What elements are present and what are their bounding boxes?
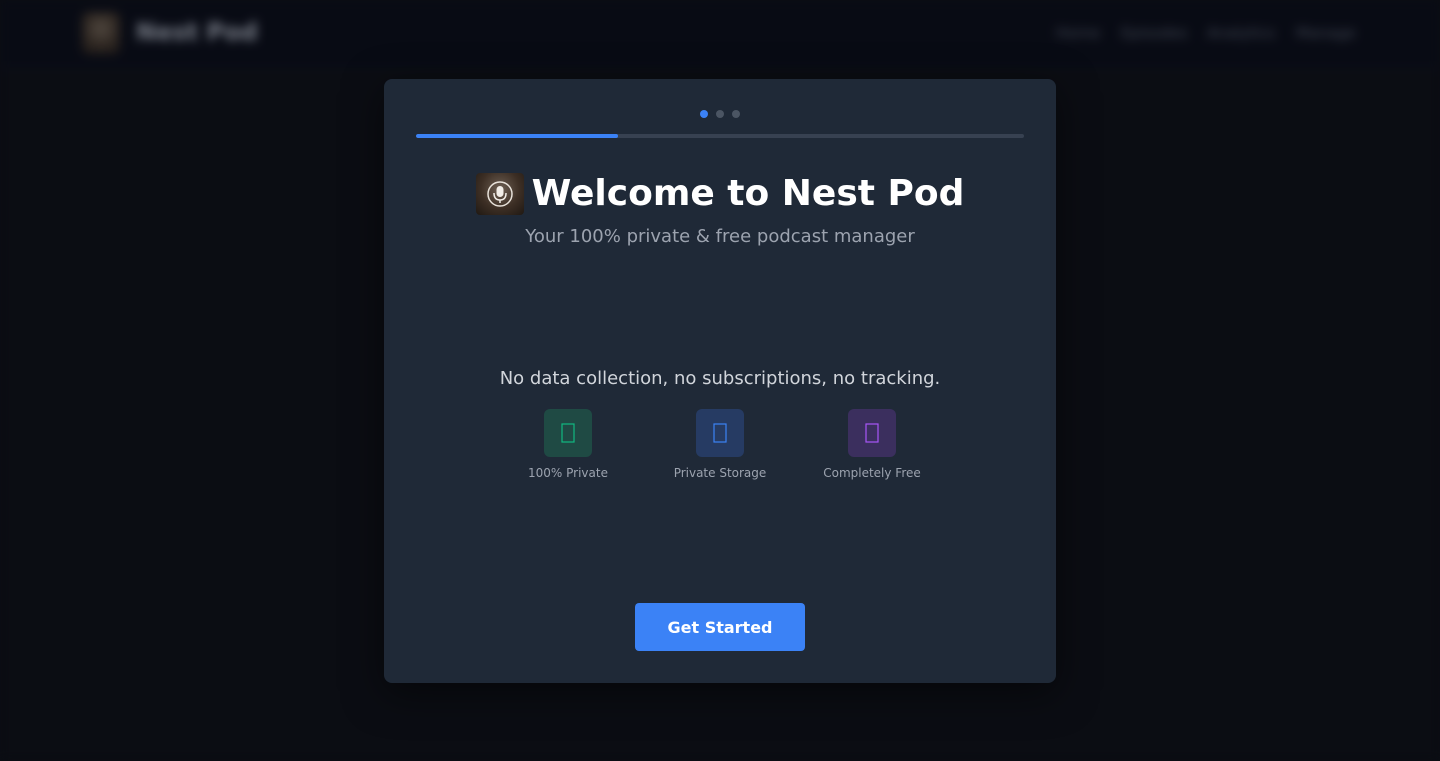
feature-list: 100% Private Private Storage Completely … bbox=[384, 409, 1056, 480]
modal-subtitle: Your 100% private & free podcast manager bbox=[525, 226, 915, 247]
feature-storage: Private Storage bbox=[644, 409, 796, 480]
title-row: Welcome to Nest Pod bbox=[384, 173, 1056, 215]
progress-bar-fill bbox=[416, 134, 619, 138]
nav-episodes: Episodes bbox=[1121, 24, 1188, 42]
nav-home: Home bbox=[1056, 24, 1101, 42]
nav-manage: Manage bbox=[1296, 24, 1356, 42]
step-dot-1[interactable] bbox=[700, 110, 708, 118]
step-dot-3[interactable] bbox=[732, 110, 740, 118]
microphone-logo-icon bbox=[475, 173, 524, 215]
privacy-tagline: No data collection, no subscriptions, no… bbox=[499, 368, 941, 389]
feature-label: 100% Private bbox=[528, 466, 608, 480]
database-icon bbox=[696, 409, 744, 457]
get-started-button[interactable]: Get Started bbox=[635, 603, 805, 651]
gift-icon bbox=[848, 409, 896, 457]
app-logo bbox=[82, 12, 120, 54]
feature-label: Private Storage bbox=[673, 466, 767, 480]
feature-free: Completely Free bbox=[796, 409, 948, 480]
progress-bar bbox=[416, 134, 1024, 138]
step-dot-2[interactable] bbox=[716, 110, 724, 118]
shield-icon bbox=[544, 409, 592, 457]
modal-title: Welcome to Nest Pod bbox=[531, 173, 965, 214]
nav-analytics: Analytics bbox=[1207, 24, 1276, 42]
app-brand: Nest Pod bbox=[136, 18, 258, 46]
step-indicator bbox=[384, 110, 1056, 118]
app-header: Nest Pod Home Episodes Analytics Manage bbox=[0, 0, 1440, 69]
feature-private: 100% Private bbox=[492, 409, 644, 480]
onboarding-modal: Welcome to Nest Pod Your 100% private & … bbox=[384, 79, 1056, 683]
feature-label: Completely Free bbox=[823, 466, 921, 480]
